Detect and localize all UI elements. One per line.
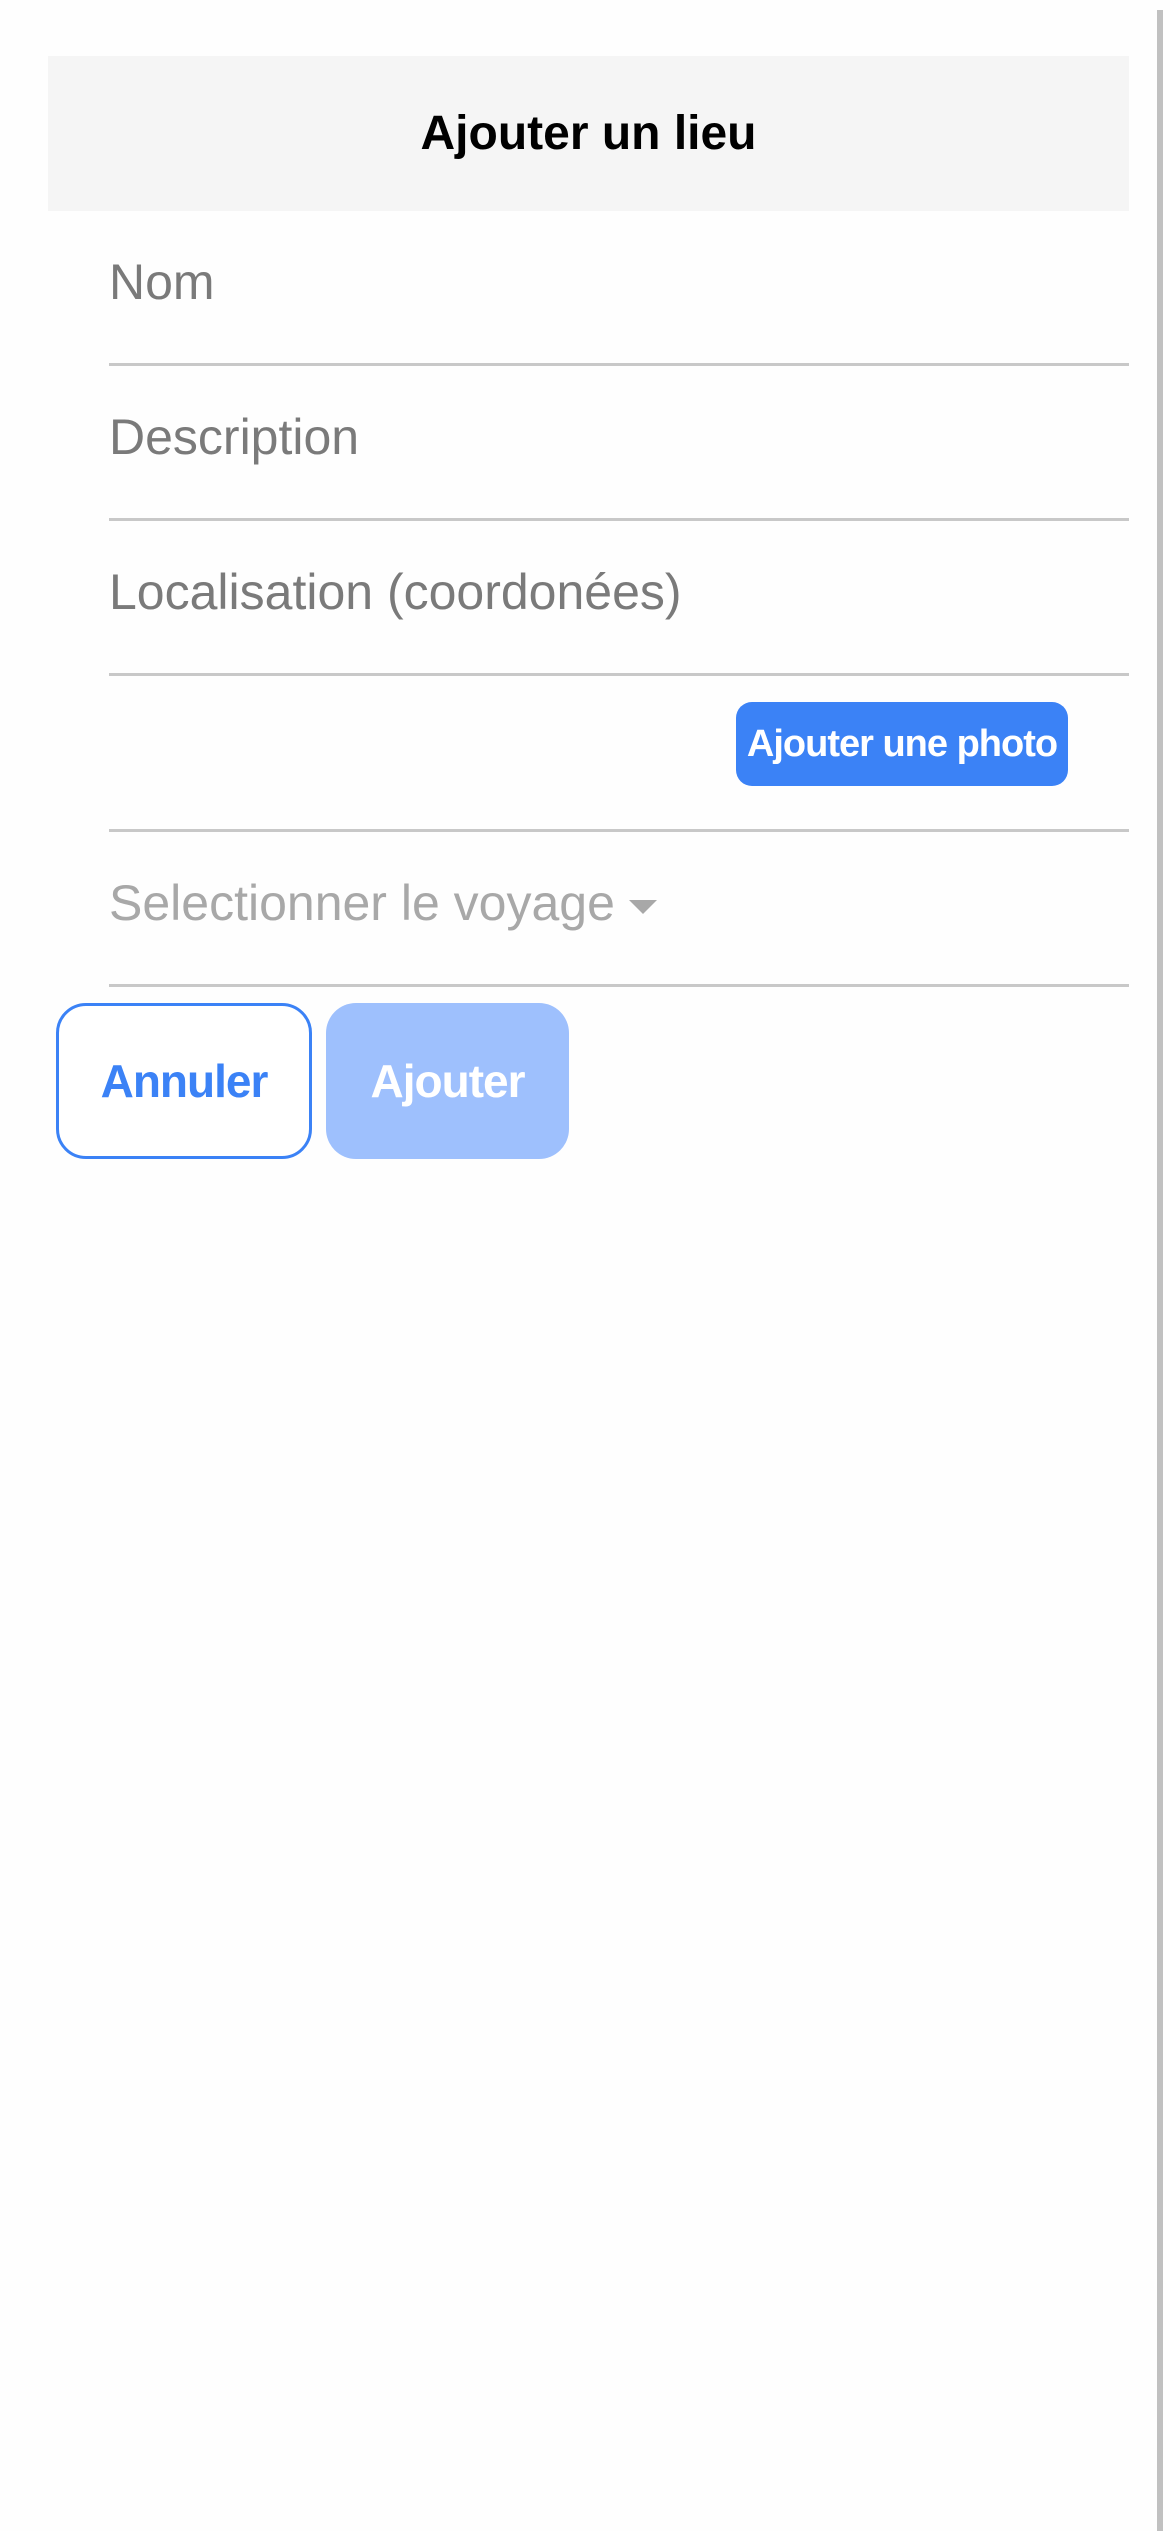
name-placeholder: Nom <box>109 254 215 310</box>
submit-label: Ajouter <box>370 1055 526 1107</box>
cancel-label: Annuler <box>100 1055 269 1107</box>
scrollbar[interactable] <box>1157 10 1163 2531</box>
description-input[interactable]: Description <box>109 366 1129 521</box>
page-title: Ajouter un lieu <box>420 107 757 160</box>
add-photo-button[interactable]: Ajouter une photo <box>736 702 1068 786</box>
add-photo-label: Ajouter une photo <box>746 722 1058 765</box>
caret-down-icon <box>628 899 657 914</box>
cancel-button[interactable]: Annuler <box>56 1003 312 1159</box>
location-input[interactable]: Localisation (coordonées) <box>109 521 1129 676</box>
submit-button[interactable]: Ajouter <box>326 1003 569 1159</box>
trip-select[interactable]: Selectionner le voyage <box>109 832 1129 987</box>
photo-row: Ajouter une photo <box>109 677 1129 832</box>
trip-select-placeholder: Selectionner le voyage <box>109 875 615 931</box>
trip-select-value: Selectionner le voyage <box>109 874 657 932</box>
name-input[interactable]: Nom <box>109 211 1129 366</box>
location-placeholder: Localisation (coordonées) <box>109 564 682 620</box>
description-placeholder: Description <box>109 409 360 465</box>
modal-header: Ajouter un lieu <box>48 56 1129 211</box>
